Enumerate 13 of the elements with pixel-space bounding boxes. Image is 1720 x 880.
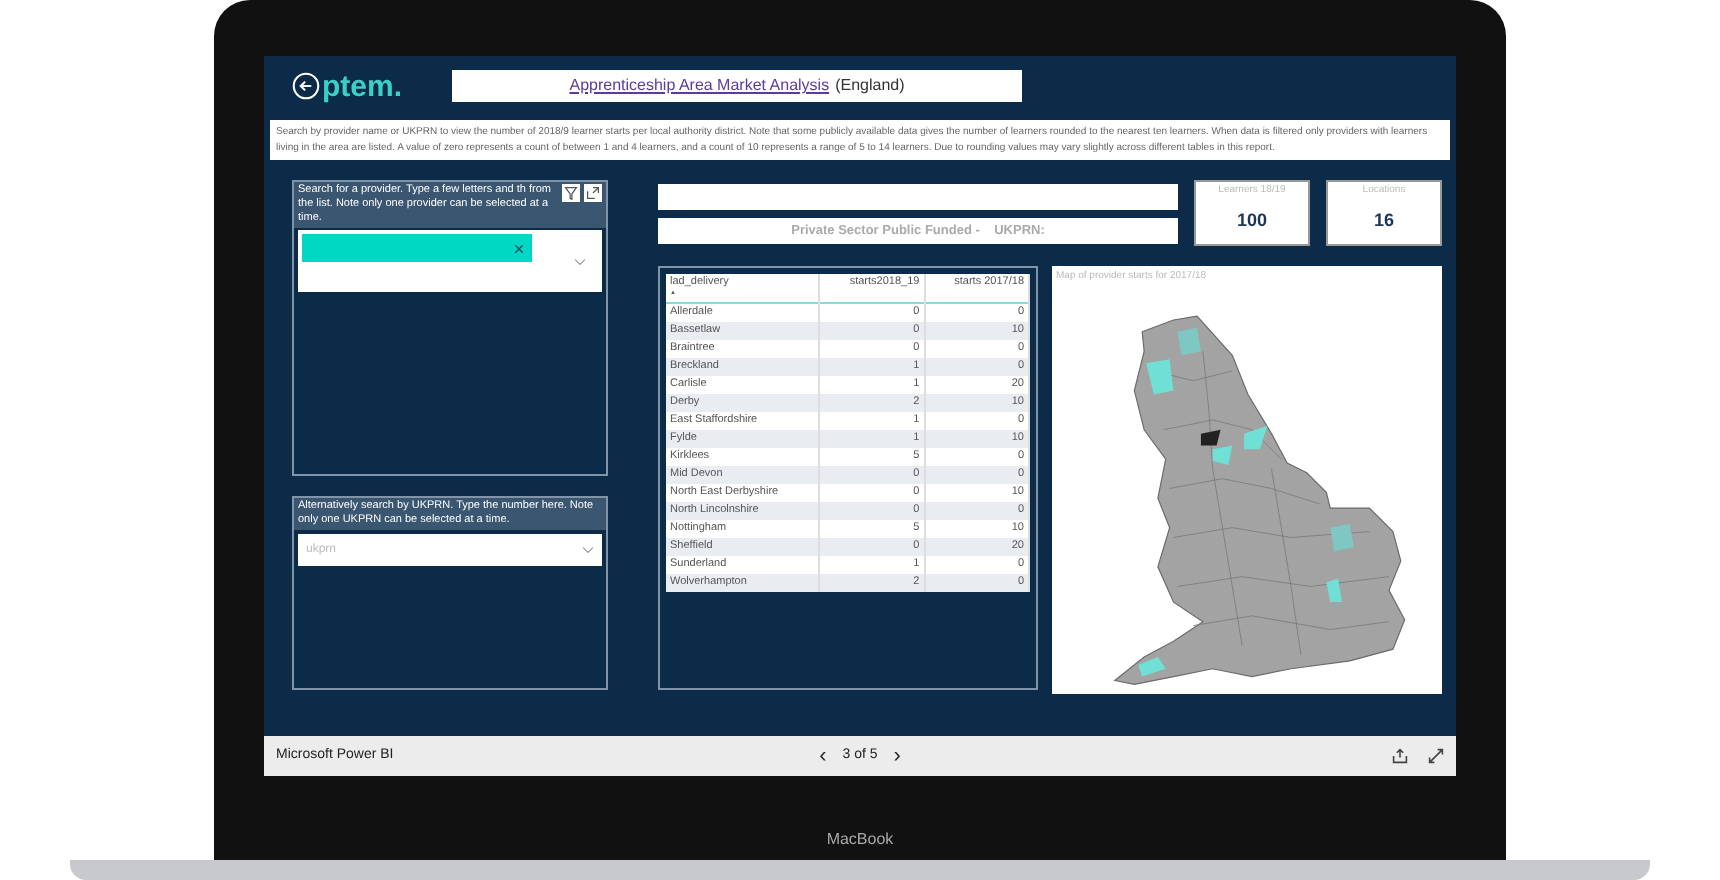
logo: ptem. (322, 71, 403, 101)
share-icon[interactable] (1391, 748, 1408, 764)
next-page-button[interactable]: › (893, 745, 901, 767)
kpi-value: 100 (1236, 207, 1268, 233)
previous-page-button[interactable]: ‹ (819, 745, 827, 767)
filter-icon[interactable] (562, 184, 580, 202)
region-label: (England) (835, 74, 905, 98)
laptop-brand: MacBook (826, 828, 894, 852)
focus-mode-icon[interactable] (584, 184, 602, 202)
remove-icon[interactable] (514, 243, 524, 253)
fullscreen-icon[interactable] (1427, 748, 1444, 764)
kpi-value: 16 (1373, 207, 1394, 233)
report-title-link[interactable]: Apprenticeship Area Market Analysis (569, 74, 830, 98)
